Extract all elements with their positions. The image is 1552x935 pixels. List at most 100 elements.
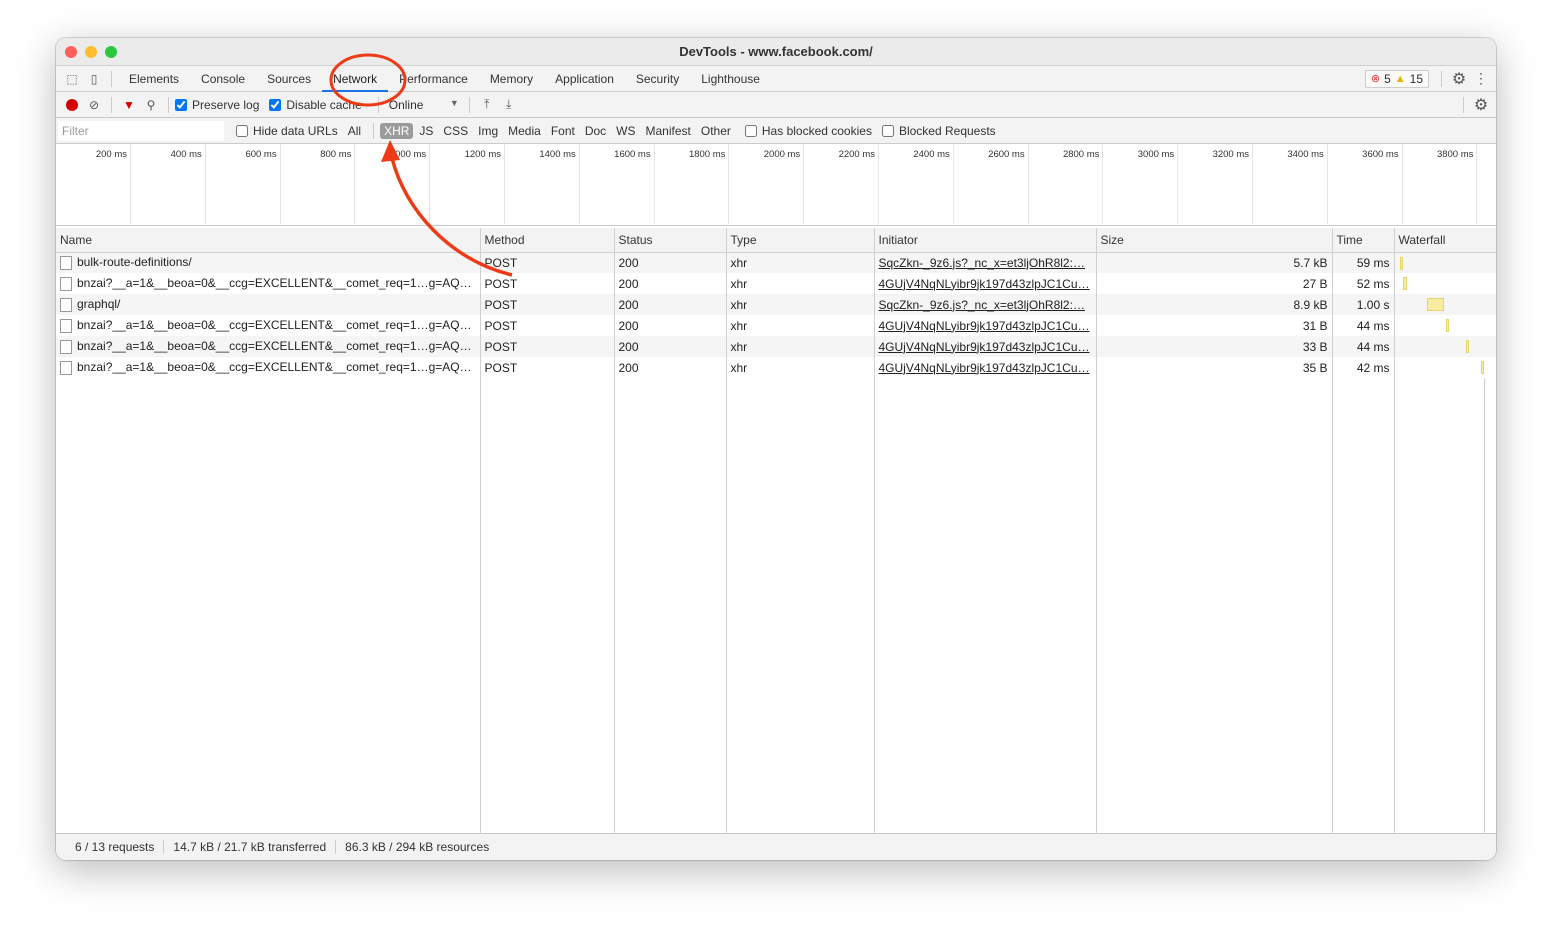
initiator-cell[interactable]: 4GUjV4NqNLyibr9jk197d43zlpJC1Cu… (874, 273, 1097, 294)
timeline-tick-label: 3200 ms (1212, 149, 1249, 160)
initiator-cell[interactable]: SqcZkn-_9z6.js?_nc_x=et3ljOhR8l2:… (874, 252, 1097, 273)
preserve-log-checkbox[interactable]: Preserve log (175, 98, 259, 112)
filter-type-font[interactable]: Font (547, 123, 579, 139)
inspect-element-icon[interactable]: ⬚ (61, 68, 83, 90)
waterfall-bar (1399, 256, 1404, 270)
name-cell[interactable]: bnzai?__a=1&__beoa=0&__ccg=EXCELLENT&__c… (56, 336, 481, 357)
initiator-link[interactable]: 4GUjV4NqNLyibr9jk197d43zlpJC1Cu… (879, 277, 1090, 291)
initiator-link[interactable]: SqcZkn-_9z6.js?_nc_x=et3ljOhR8l2:… (879, 256, 1085, 270)
blocked-requests-checkbox[interactable]: Blocked Requests (881, 124, 996, 138)
table-row[interactable]: bulk-route-definitions/POST 200 xhr SqcZkn-… (56, 252, 1496, 273)
window-title: DevTools - www.facebook.com/ (679, 44, 873, 59)
initiator-cell[interactable]: 4GUjV4NqNLyibr9jk197d43zlpJC1Cu… (874, 315, 1097, 336)
waterfall-cell (1394, 252, 1496, 273)
tab-application[interactable]: Application (544, 66, 625, 92)
clear-icon[interactable]: ⊘ (83, 94, 105, 116)
column-header-waterfall[interactable]: Waterfall (1394, 228, 1496, 253)
table-row[interactable]: bnzai?__a=1&__beoa=0&__ccg=EXCELLENT&__c… (56, 315, 1496, 336)
timeline-tick-label: 800 ms (320, 149, 352, 160)
file-icon (60, 360, 72, 375)
initiator-link[interactable]: 4GUjV4NqNLyibr9jk197d43zlpJC1Cu… (879, 361, 1090, 375)
size-cell: 35 B (1096, 357, 1333, 378)
search-icon[interactable]: ⚲ (140, 94, 162, 116)
column-header-name[interactable]: Name (56, 228, 481, 253)
timeline-tick-label: 1000 ms (389, 149, 427, 160)
hide-data-urls-checkbox[interactable]: Hide data URLs (236, 124, 338, 138)
zoom-button[interactable] (105, 46, 117, 58)
filter-type-css[interactable]: CSS (439, 123, 472, 139)
filter-type-all[interactable]: All (344, 123, 365, 139)
column-header-initiator[interactable]: Initiator (874, 228, 1097, 253)
has-blocked-cookies-checkbox[interactable]: Has blocked cookies (744, 124, 872, 138)
settings-gear-icon[interactable]: ⚙ (1448, 68, 1470, 90)
tab-memory[interactable]: Memory (479, 66, 544, 92)
minimize-button[interactable] (85, 46, 97, 58)
waterfall-bar (1403, 277, 1407, 290)
filter-type-xhr[interactable]: XHR (380, 122, 414, 139)
name-cell[interactable]: bnzai?__a=1&__beoa=0&__ccg=EXCELLENT&__c… (56, 357, 481, 378)
request-name: bnzai?__a=1&__beoa=0&__ccg=EXCELLENT&__c… (77, 360, 472, 375)
tab-network[interactable]: Network (322, 66, 389, 92)
name-cell[interactable]: bnzai?__a=1&__beoa=0&__ccg=EXCELLENT&__c… (56, 315, 481, 336)
filter-type-img[interactable]: Img (474, 123, 502, 139)
initiator-cell[interactable]: SqcZkn-_9z6.js?_nc_x=et3ljOhR8l2:… (874, 294, 1097, 315)
column-header-size[interactable]: Size (1096, 228, 1333, 253)
issues-badge[interactable]: ⊗ 5 ▲ 15 (1364, 69, 1429, 88)
type-cell: xhr (726, 357, 875, 378)
method-cell: POST (480, 294, 615, 315)
filter-type-other[interactable]: Other (697, 123, 735, 139)
name-cell[interactable]: graphql/ (56, 294, 481, 315)
status-cell: 200 (614, 273, 727, 294)
filter-type-js[interactable]: JS (415, 123, 437, 139)
tab-sources[interactable]: Sources (256, 66, 322, 92)
request-name: bulk-route-definitions/ (77, 255, 192, 270)
close-button[interactable] (65, 46, 77, 58)
timeline-tick-label: 1200 ms (464, 149, 501, 160)
column-divider (874, 378, 875, 833)
resources-size: 86.3 kB / 294 kB resources (335, 840, 498, 854)
record-button[interactable] (61, 94, 83, 116)
column-header-type[interactable]: Type (726, 228, 875, 253)
export-har-icon[interactable]: ⤓ (498, 94, 520, 116)
initiator-link[interactable]: SqcZkn-_9z6.js?_nc_x=et3ljOhR8l2:… (879, 298, 1085, 312)
network-settings-gear-icon[interactable]: ⚙ (1470, 94, 1492, 116)
filter-type-doc[interactable]: Doc (581, 123, 610, 139)
more-options-icon[interactable]: ⋮ (1470, 68, 1492, 90)
timeline-tick-label: 200 ms (95, 149, 127, 160)
column-header-status[interactable]: Status (614, 228, 727, 253)
table-row[interactable]: bnzai?__a=1&__beoa=0&__ccg=EXCELLENT&__c… (56, 357, 1496, 378)
tab-security[interactable]: Security (625, 66, 690, 92)
tab-elements[interactable]: Elements (118, 66, 190, 92)
status-cell: 200 (614, 357, 727, 378)
initiator-link[interactable]: 4GUjV4NqNLyibr9jk197d43zlpJC1Cu… (879, 319, 1090, 333)
tab-console[interactable]: Console (190, 66, 256, 92)
file-icon (60, 297, 72, 312)
filter-type-manifest[interactable]: Manifest (642, 123, 695, 139)
column-header-method[interactable]: Method (480, 228, 615, 253)
type-cell: xhr (726, 336, 875, 357)
initiator-link[interactable]: 4GUjV4NqNLyibr9jk197d43zlpJC1Cu… (879, 340, 1090, 354)
import-har-icon[interactable]: ⤒ (476, 94, 498, 116)
name-cell[interactable]: bnzai?__a=1&__beoa=0&__ccg=EXCELLENT&__c… (56, 273, 481, 294)
column-divider (480, 378, 481, 833)
initiator-cell[interactable]: 4GUjV4NqNLyibr9jk197d43zlpJC1Cu… (874, 336, 1097, 357)
filter-input[interactable]: Filter (58, 120, 224, 141)
table-row[interactable]: bnzai?__a=1&__beoa=0&__ccg=EXCELLENT&__c… (56, 273, 1496, 294)
timeline-tick-label: 2600 ms (988, 149, 1025, 160)
timeline-overview[interactable]: 200 ms 400 ms 600 ms 800 ms 1000 ms 1200 ms 14… (56, 144, 1496, 226)
initiator-cell[interactable]: 4GUjV4NqNLyibr9jk197d43zlpJC1Cu… (874, 357, 1097, 378)
timeline-tick-label: 2800 ms (1062, 149, 1100, 160)
device-toolbar-icon[interactable]: ▯ (83, 68, 105, 90)
filter-icon[interactable]: ▼ (118, 94, 140, 116)
table-row[interactable]: graphql/POST 200 xhr SqcZkn-_9z6.js?_nc_x=e… (56, 294, 1496, 315)
disable-cache-checkbox[interactable]: Disable cache (269, 98, 362, 112)
throttling-select[interactable]: Online ▼ (385, 98, 463, 112)
column-header-time[interactable]: Time (1332, 228, 1395, 253)
filter-type-ws[interactable]: WS (612, 123, 639, 139)
name-cell[interactable]: bulk-route-definitions/ (56, 252, 481, 273)
tab-lighthouse[interactable]: Lighthouse (690, 66, 771, 92)
tab-performance[interactable]: Performance (388, 66, 479, 92)
title-bar: DevTools - www.facebook.com/ (56, 38, 1496, 66)
table-row[interactable]: bnzai?__a=1&__beoa=0&__ccg=EXCELLENT&__c… (56, 336, 1496, 357)
filter-type-media[interactable]: Media (504, 123, 545, 139)
